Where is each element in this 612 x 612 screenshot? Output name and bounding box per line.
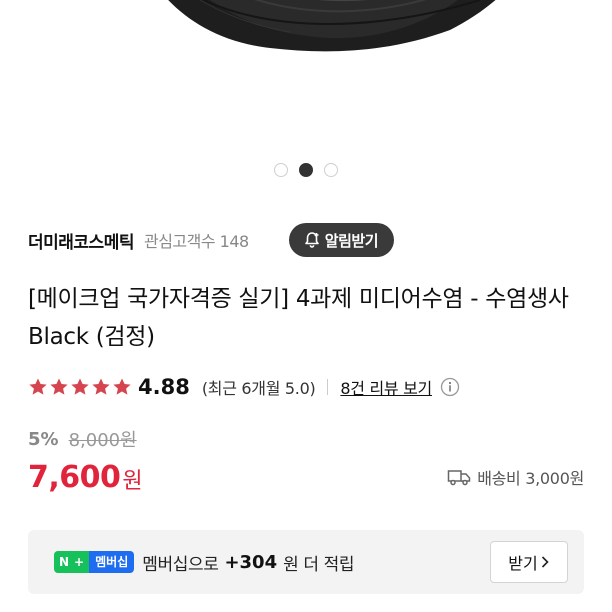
naver-plus-membership-badge: N + 멤버십 — [54, 551, 135, 573]
carousel-dot-active[interactable] — [299, 163, 313, 177]
reviews-link[interactable]: 8건 리뷰 보기 — [340, 375, 432, 399]
chevron-right-icon — [541, 556, 549, 568]
recent-rating: (최근 6개월 5.0) — [201, 379, 316, 398]
star-rating — [28, 377, 132, 397]
carousel-dot[interactable] — [324, 163, 338, 177]
carousel-indicators — [0, 163, 612, 177]
membership-text: 멤버십으로 — [142, 554, 219, 575]
followers-count: 관심고객수 148 — [143, 232, 249, 251]
product-title: [메이크업 국가자격증 실기] 4과제 미디어수염 - 수염생사 Black (… — [28, 286, 569, 350]
divider — [327, 379, 329, 395]
membership-suffix: 원 더 적립 — [283, 554, 355, 575]
receive-button[interactable]: 받기 — [490, 541, 568, 583]
rating-row: 4.88 (최근 6개월 5.0) 8건 리뷰 보기 — [28, 372, 584, 402]
carousel-dot[interactable] — [274, 163, 288, 177]
star-icon — [71, 378, 89, 395]
badge-plus: + — [74, 551, 90, 573]
original-price: 8,000원 — [68, 430, 137, 451]
final-price: 7,600 — [28, 459, 121, 495]
membership-points: +304 — [224, 551, 278, 573]
star-icon — [92, 378, 110, 395]
product-image — [168, 0, 496, 52]
badge-n: N — [54, 551, 75, 573]
shipping-fee-label: 배송비 3,000원 — [477, 469, 584, 488]
star-icon — [50, 378, 68, 395]
price-row: 7,600 원 배송비 3,000원 — [28, 456, 584, 498]
seller-info: 더미래코스메틱 관심고객수 148 알림받기 — [28, 223, 584, 257]
bell-plus-icon — [304, 232, 319, 248]
shipping-fee: 배송비 3,000원 — [447, 465, 584, 489]
discount-row: 5% 8,000원 — [28, 426, 137, 452]
receive-button-label: 받기 — [508, 554, 538, 573]
badge-label: 멤버십 — [89, 551, 135, 573]
truck-icon — [447, 470, 471, 486]
rating-value: 4.88 — [138, 375, 190, 399]
price-unit: 원 — [122, 469, 143, 494]
notify-button-label: 알림받기 — [324, 231, 379, 250]
star-icon — [29, 378, 47, 395]
membership-banner: N + 멤버십 멤버십으로 +304 원 더 적립 받기 — [28, 530, 584, 594]
star-icon — [113, 378, 131, 395]
seller-name[interactable]: 더미래코스메틱 — [28, 228, 134, 253]
notify-button[interactable]: 알림받기 — [288, 223, 394, 257]
discount-rate: 5% — [28, 428, 59, 450]
info-icon[interactable] — [440, 377, 460, 397]
